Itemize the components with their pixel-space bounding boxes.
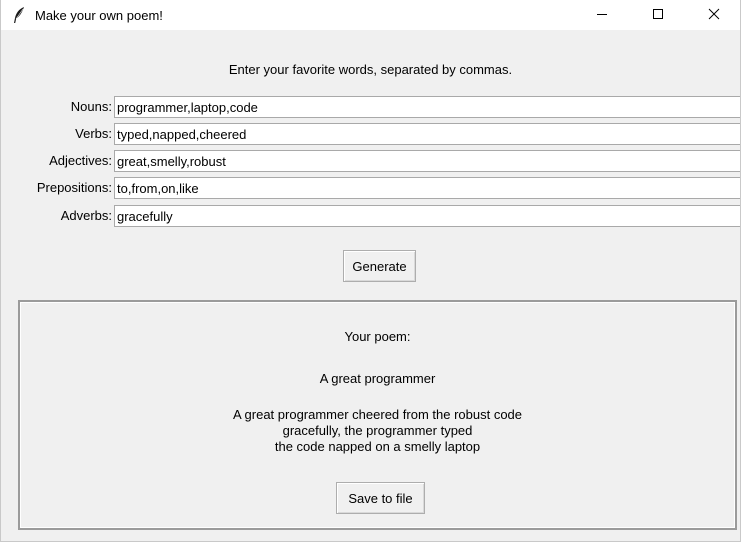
window-title: Make your own poem! xyxy=(35,8,163,23)
prepositions-label: Prepositions: xyxy=(36,180,112,195)
poem-line-1: A great programmer cheered from the robu… xyxy=(232,407,523,422)
app-window: Make your own poem! Enter your favorite … xyxy=(0,0,741,542)
nouns-input[interactable] xyxy=(114,96,740,118)
generate-button[interactable]: Generate xyxy=(343,250,416,282)
close-icon xyxy=(708,8,720,23)
minimize-icon xyxy=(596,8,608,23)
prepositions-input[interactable] xyxy=(114,177,740,199)
adjectives-input[interactable] xyxy=(114,150,740,172)
adjectives-label: Adjectives: xyxy=(49,153,112,168)
verbs-input[interactable] xyxy=(114,123,740,145)
instructions-text: Enter your favorite words, separated by … xyxy=(228,62,513,77)
poem-title: A great programmer xyxy=(319,371,436,386)
feather-icon xyxy=(11,6,27,24)
verbs-label: Verbs: xyxy=(75,126,112,141)
title-bar[interactable]: Make your own poem! xyxy=(1,0,740,30)
minimize-button[interactable] xyxy=(579,0,625,30)
adverbs-input[interactable] xyxy=(114,205,740,227)
save-to-file-button[interactable]: Save to file xyxy=(336,482,425,514)
poem-panel: Your poem: A great programmer A great pr… xyxy=(18,300,737,530)
poem-heading: Your poem: xyxy=(344,329,411,344)
adverbs-label: Adverbs: xyxy=(60,208,112,223)
nouns-label: Nouns: xyxy=(70,99,112,114)
close-button[interactable] xyxy=(691,0,737,30)
poem-line-3: the code napped on a smelly laptop xyxy=(274,439,481,454)
poem-line-2: gracefully, the programmer typed xyxy=(282,423,473,438)
maximize-button[interactable] xyxy=(635,0,681,30)
maximize-icon xyxy=(652,8,664,23)
